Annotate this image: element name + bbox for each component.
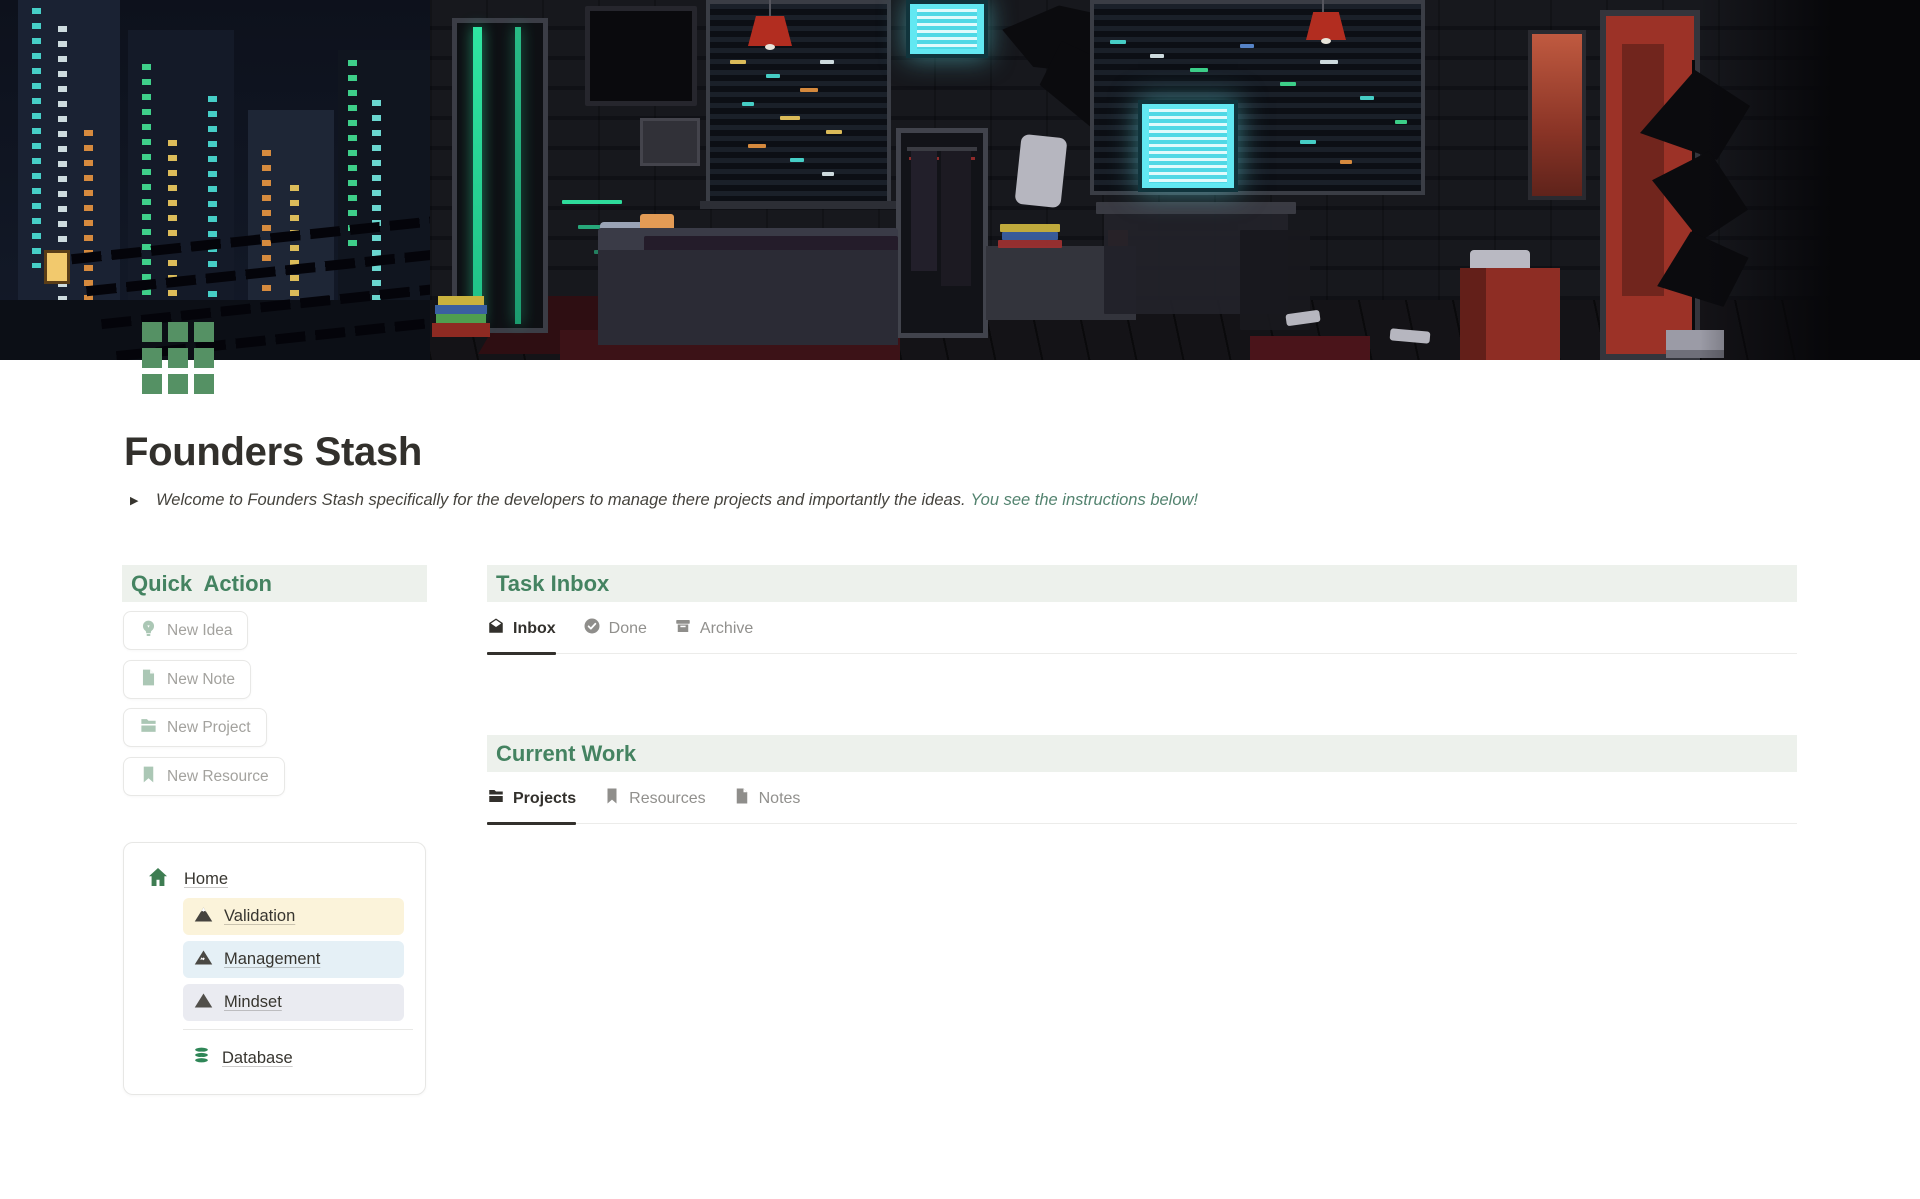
folder-icon (139, 716, 158, 740)
cover-paper (1014, 134, 1067, 208)
cover-wardrobe (896, 128, 988, 338)
cover-cyan-screen (906, 0, 988, 58)
home-link[interactable]: Home (146, 865, 228, 894)
mindset-link[interactable]: Mindset (183, 984, 404, 1021)
cover-shadow (1700, 0, 1920, 360)
page-icon[interactable] (142, 322, 214, 394)
inbox-icon (487, 617, 505, 640)
cover-glass-door (452, 18, 548, 333)
tab-archive[interactable]: Archive (674, 617, 753, 642)
cover-red-chair (1460, 268, 1560, 360)
card-divider (183, 1029, 413, 1030)
management-link[interactable]: Management (183, 941, 404, 978)
cover-red-rug (1250, 336, 1370, 360)
task-inbox-heading-bar: Task Inbox (487, 565, 1797, 602)
new-note-button[interactable]: New Note (123, 660, 251, 699)
cover-blinds-window (706, 0, 891, 205)
new-note-label: New Note (167, 671, 235, 689)
new-idea-label: New Idea (167, 622, 232, 640)
task-inbox-heading: Task Inbox (496, 571, 609, 597)
quick-action-heading: Quick Action (131, 571, 272, 597)
database-label: Database (222, 1049, 293, 1068)
triangle-icon (193, 990, 214, 1016)
lightbulb-icon (139, 619, 158, 643)
current-work-heading-bar: Current Work (487, 735, 1797, 772)
mountain-icon (193, 904, 214, 930)
new-project-button[interactable]: New Project (123, 708, 267, 747)
current-work-tabs: Projects Resources Notes (487, 787, 1797, 824)
intro-text: Welcome to Founders Stash specifically f… (156, 491, 966, 510)
cover-book-stack (432, 296, 490, 348)
toggle-triangle-icon[interactable]: ▶ (130, 494, 156, 507)
house-icon (146, 865, 170, 894)
task-inbox-tabs: Inbox Done Archive (487, 617, 1797, 654)
note-icon (733, 787, 751, 810)
tab-notes[interactable]: Notes (733, 787, 801, 812)
intro-toggle-block: ▶ Welcome to Founders Stash specifically… (130, 491, 1198, 510)
cover-red-painting (1528, 30, 1586, 200)
tab-inbox-label: Inbox (513, 620, 556, 638)
new-idea-button[interactable]: New Idea (123, 611, 248, 650)
cover-wall-frame (640, 118, 700, 166)
tab-inbox[interactable]: Inbox (487, 617, 556, 642)
database-link[interactable]: Database (183, 1041, 404, 1075)
tab-resources[interactable]: Resources (603, 787, 705, 812)
management-label: Management (224, 950, 320, 969)
notion-page: Founders Stash ▶ Welcome to Founders Sta… (0, 0, 1920, 1199)
folder-icon (487, 787, 505, 810)
quick-action-heading-bar: Quick Action (122, 565, 427, 602)
database-icon (191, 1045, 212, 1071)
home-navigation-card: Home Validation Management Mindset (123, 842, 426, 1095)
tab-projects[interactable]: Projects (487, 787, 576, 812)
tab-done-label: Done (609, 620, 647, 638)
validation-label: Validation (224, 907, 295, 926)
current-work-heading: Current Work (496, 741, 636, 767)
home-label: Home (184, 870, 228, 889)
tab-archive-label: Archive (700, 620, 753, 638)
cover-desk-monitor (1138, 100, 1238, 192)
new-resource-label: New Resource (167, 768, 269, 786)
tab-projects-label: Projects (513, 790, 576, 808)
intro-instructions-link[interactable]: You see the instructions below! (971, 491, 1198, 510)
mindset-label: Mindset (224, 993, 282, 1012)
cover-lit-window (44, 250, 70, 284)
tab-notes-label: Notes (759, 790, 801, 808)
archive-icon (674, 617, 692, 640)
new-project-label: New Project (167, 719, 251, 737)
page-title: Founders Stash (124, 430, 422, 475)
cover-window-sill (700, 201, 896, 209)
bookmark-icon (603, 787, 621, 810)
tab-resources-label: Resources (629, 790, 705, 808)
tab-done[interactable]: Done (583, 617, 647, 642)
cover-image (0, 0, 1920, 360)
mountain-icon (193, 947, 214, 973)
check-circle-icon (583, 617, 601, 640)
note-icon (139, 668, 158, 692)
cover-wall-tv (585, 6, 697, 106)
bookmark-icon (139, 765, 158, 789)
validation-link[interactable]: Validation (183, 898, 404, 935)
new-resource-button[interactable]: New Resource (123, 757, 285, 796)
